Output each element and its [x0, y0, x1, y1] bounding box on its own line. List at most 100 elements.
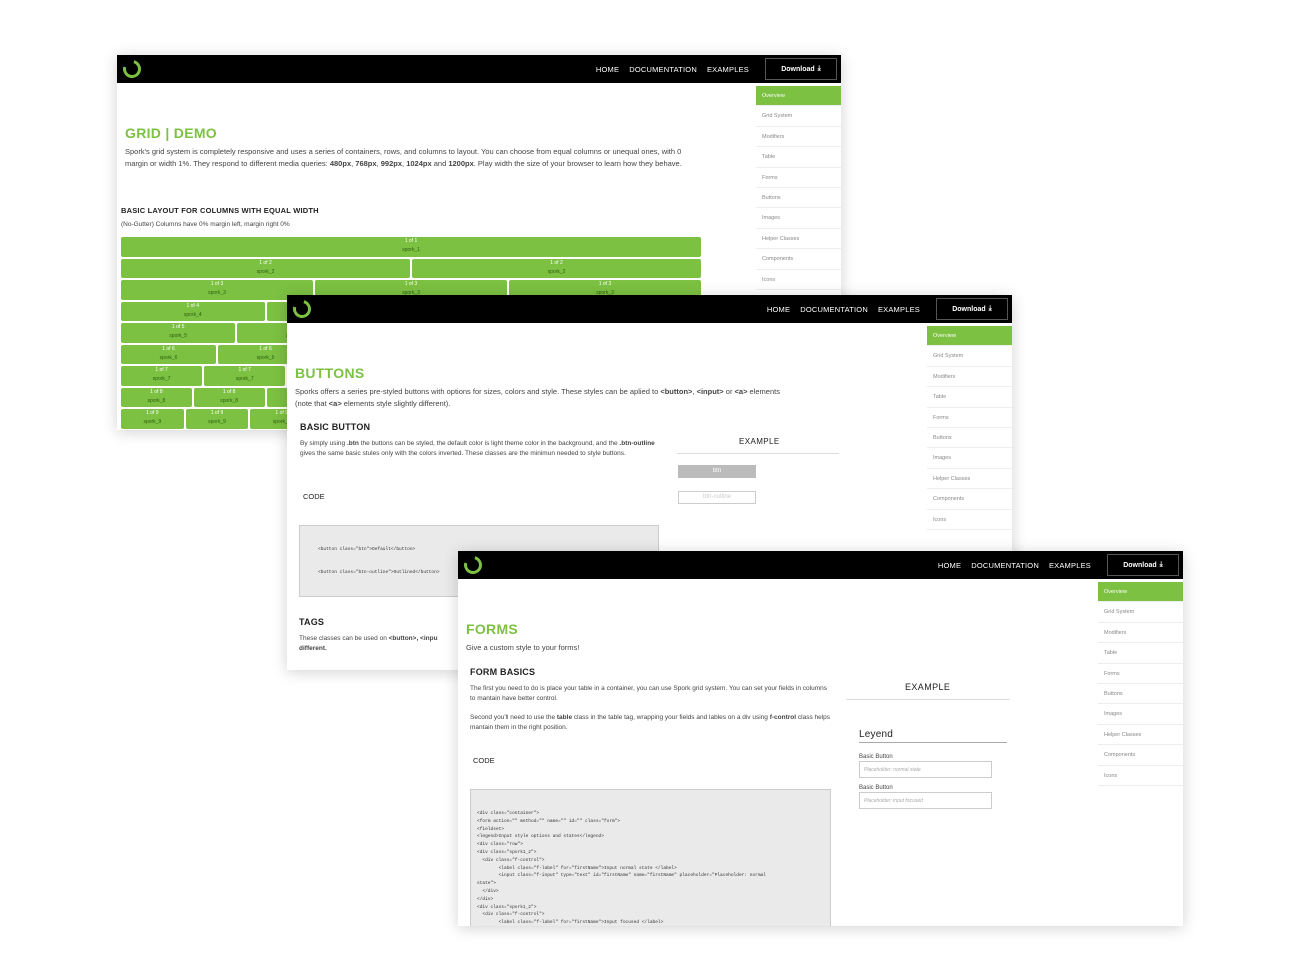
top-nav: HOME DOCUMENTATION EXAMPLES Download ⤓ [458, 551, 1183, 579]
sidebar-item-components[interactable]: Components [756, 249, 841, 270]
sidebar-item-overview[interactable]: Overview [756, 86, 841, 107]
sidebar-item-helper-classes[interactable]: Helper Classes [1098, 725, 1183, 746]
sidebar-item-buttons[interactable]: Buttons [927, 428, 1012, 449]
top-nav: HOME DOCUMENTATION EXAMPLES Download ⤓ [287, 295, 1012, 323]
sidebar-item-images[interactable]: Images [1098, 704, 1183, 725]
download-icon: ⤓ [988, 305, 992, 312]
grid-cell: 1 of 2 spork_2 [121, 258, 410, 278]
grid-cell-label: 1 of 3 [210, 281, 224, 287]
grid-cell-class: spork_7 [235, 376, 254, 382]
grid-cell-label: 1 of 8 [150, 388, 163, 395]
nav-home[interactable]: HOME [767, 305, 790, 314]
grid-cell-class: spork_7 [152, 376, 171, 382]
example-divider [846, 699, 1010, 700]
section-text-1: The first you need to do is place your t… [470, 685, 827, 702]
intro-text: Give a custom style to your forms! [466, 643, 580, 652]
sidebar-item-icons[interactable]: Icons [927, 510, 1012, 530]
example-btn-outline[interactable]: btn-outline [678, 491, 756, 504]
sidebar-item-forms[interactable]: Forms [927, 408, 1012, 428]
sidebar-item-grid-system[interactable]: Grid System [756, 106, 841, 127]
grid-row: 1 of 2 spork_2 1 of 2 spork_2 [121, 258, 701, 278]
section-text: By simply using .btn the buttons can be … [300, 440, 655, 457]
sidebar-item-helper-classes[interactable]: Helper Classes [756, 229, 841, 250]
section-text-2: Second you'll need to use the table clas… [470, 714, 831, 731]
sidebar-item-icons[interactable]: Icons [1098, 766, 1183, 786]
nav-home[interactable]: HOME [596, 65, 619, 74]
form-legend: Leyend [859, 729, 894, 740]
sidebar-item-table[interactable]: Table [1098, 643, 1183, 664]
sidebar-item-buttons[interactable]: Buttons [1098, 684, 1183, 705]
grid-cell-label: 1 of 2 [259, 259, 272, 266]
sidebar-item-table[interactable]: Table [927, 387, 1012, 408]
field2-input[interactable]: Placeholder: input focused [859, 792, 992, 809]
grid-cell-label: 1 of 3 [404, 281, 418, 287]
download-button[interactable]: Download ⤓ [765, 58, 837, 80]
example-label: EXAMPLE [905, 682, 951, 692]
grid-cell-label: 1 of 2 [550, 259, 563, 266]
grid-cell: 1 of 8 spork_8 [121, 387, 192, 407]
grid-cell-class: spork_8 [147, 397, 166, 404]
sidebar: Overview Grid System Modifiers Table For… [756, 86, 841, 290]
grid-cell: 1 of 2 spork_2 [412, 258, 701, 278]
tags-heading: TAGS [299, 617, 325, 627]
grid-cell-label: 1 of 7 [155, 367, 168, 373]
sidebar-item-helper-classes[interactable]: Helper Classes [927, 469, 1012, 490]
grid-cell: 1 of 7 spork_7 [121, 366, 203, 386]
download-button[interactable]: Download ⤓ [1107, 554, 1179, 576]
sidebar-item-overview[interactable]: Overview [927, 326, 1012, 347]
nav-documentation[interactable]: DOCUMENTATION [800, 305, 868, 314]
example-btn[interactable]: btn [678, 465, 756, 478]
grid-cell-label: 1 of 1 [404, 238, 418, 244]
sidebar-item-grid-system[interactable]: Grid System [1098, 602, 1183, 623]
sidebar-item-modifiers[interactable]: Modifiers [756, 127, 841, 148]
sidebar-item-images[interactable]: Images [756, 208, 841, 229]
nav-documentation[interactable]: DOCUMENTATION [629, 65, 697, 74]
code-label: CODE [473, 756, 495, 765]
sidebar-item-buttons[interactable]: Buttons [756, 188, 841, 209]
section-heading: FORM BASICS [470, 667, 536, 677]
sidebar-item-forms[interactable]: Forms [1098, 664, 1183, 684]
nav-examples[interactable]: EXAMPLES [878, 305, 920, 314]
grid-cell: 1 of 7 spork_7 [204, 366, 286, 386]
download-button[interactable]: Download ⤓ [936, 298, 1008, 320]
page-title: BUTTONS [295, 365, 365, 381]
spork-logo-icon[interactable] [289, 296, 315, 322]
window-forms: HOME DOCUMENTATION EXAMPLES Download ⤓ Ov… [458, 551, 1183, 926]
sidebar-item-overview[interactable]: Overview [1098, 582, 1183, 603]
grid-cell: 1 of 3 spork_3 [121, 280, 313, 300]
sidebar-item-icons[interactable]: Icons [756, 270, 841, 290]
sidebar: Overview Grid System Modifiers Table For… [1098, 582, 1183, 786]
nav-home[interactable]: HOME [938, 561, 961, 570]
spork-logo-icon[interactable] [460, 552, 486, 578]
grid-cell-label: 1 of 8 [222, 388, 236, 395]
spork-logo-icon[interactable] [119, 56, 145, 82]
grid-cell-label: 1 of 4 [186, 302, 199, 309]
nav-examples[interactable]: EXAMPLES [707, 65, 749, 74]
sidebar-item-modifiers[interactable]: Modifiers [927, 367, 1012, 388]
nav-documentation[interactable]: DOCUMENTATION [971, 561, 1039, 570]
sidebar-item-modifiers[interactable]: Modifiers [1098, 623, 1183, 644]
nav-examples[interactable]: EXAMPLES [1049, 561, 1091, 570]
grid-cell-class: spork_9 [208, 419, 226, 425]
sidebar-item-table[interactable]: Table [756, 147, 841, 168]
sidebar-item-components[interactable]: Components [1098, 745, 1183, 766]
field1-input[interactable]: Placeholder: normal state [859, 761, 992, 778]
example-divider [677, 453, 839, 454]
grid-cell-class: spork_2 [547, 268, 566, 275]
code-label: CODE [303, 492, 325, 501]
grid-cell: 1 of 8 spork_8 [193, 387, 265, 407]
grid-cell: 1 of 6 spork_6 [121, 344, 216, 364]
download-icon: ⤓ [817, 65, 821, 72]
grid-cell: 1 of 9 spork_9 [185, 409, 249, 429]
sidebar-item-components[interactable]: Components [927, 489, 1012, 510]
top-nav: HOME DOCUMENTATION EXAMPLES Download ⤓ [117, 55, 841, 83]
section-heading: BASIC BUTTON [300, 422, 371, 432]
sidebar-item-grid-system[interactable]: Grid System [927, 346, 1012, 367]
grid-cell-label: 1 of 6 [162, 345, 175, 352]
grid-cell-class: spork_2 [256, 268, 275, 275]
sidebar-item-forms[interactable]: Forms [756, 168, 841, 188]
grid-cell: 1 of 9 spork_9 [121, 409, 184, 429]
sidebar-item-images[interactable]: Images [927, 448, 1012, 469]
tags-text: These classes can be used on <button>, <… [299, 635, 438, 652]
grid-cell-class: spork_4 [183, 311, 202, 318]
